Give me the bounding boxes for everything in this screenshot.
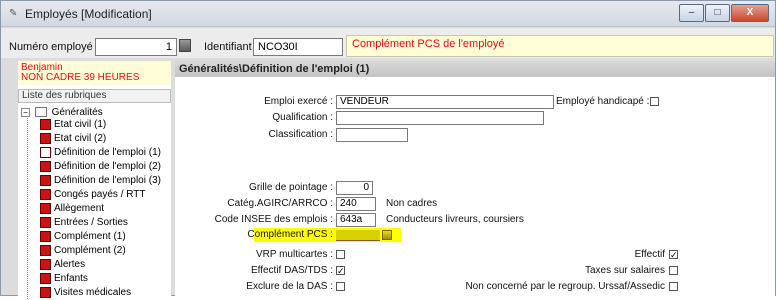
book-icon: [40, 286, 51, 298]
employee-status: NON CADRE 39 HEURES: [21, 72, 140, 83]
employee-number-scroll[interactable]: [179, 39, 191, 52]
book-icon: [40, 174, 51, 186]
tree-item[interactable]: Définition de l'emploi (3): [40, 174, 161, 188]
tree-item[interactable]: Etat civil (2): [40, 132, 106, 146]
tree-item[interactable]: Enfants: [40, 272, 88, 286]
title-bar: ✎ Employés [Modification] – □ X: [1, 1, 775, 27]
tree-item-label: Complément (2): [54, 245, 126, 256]
book-icon: [40, 202, 51, 214]
tree-item-label: Etat civil (1): [54, 119, 107, 130]
tree-item[interactable]: Complément (2): [40, 244, 126, 258]
employee-number-field[interactable]: 1: [95, 38, 177, 56]
tree-root-generalites[interactable]: − Généralités: [21, 107, 103, 118]
minimize-button[interactable]: –: [679, 4, 704, 22]
tree-item-selected[interactable]: Définition de l'emploi (1): [40, 146, 161, 160]
tree-item-label: Alertes: [54, 259, 86, 270]
tree-item-label: Entrées / Sorties: [54, 217, 128, 228]
agirc-label: Catég.AGIRC/ARRCO :: [227, 198, 333, 209]
handicape-checkbox[interactable]: [650, 97, 659, 106]
handicape-label: Employé handicapé :: [556, 96, 650, 107]
employee-number-label: Numéro employé :: [9, 41, 99, 53]
pcs-field[interactable]: [336, 230, 380, 241]
agirc-description: Non cadres: [386, 198, 438, 209]
field-help-notice: Complément PCS de l'employé: [346, 35, 774, 57]
tree-item[interactable]: Visites médicales: [40, 286, 131, 300]
tree-item-label: Enfants: [54, 273, 88, 284]
insee-field[interactable]: 643a: [336, 213, 376, 227]
tree-item[interactable]: Alertes: [40, 258, 85, 272]
book-icon: [40, 272, 51, 284]
employee-summary: Benjamin NON CADRE 39 HEURES: [18, 61, 171, 85]
book-icon: [40, 216, 51, 228]
collapse-icon[interactable]: −: [21, 107, 30, 117]
vrp-checkbox[interactable]: [336, 250, 345, 259]
maximize-button[interactable]: □: [705, 4, 730, 22]
effectif-checkbox[interactable]: ✓: [669, 250, 678, 260]
vrp-label: VRP multicartes :: [255, 249, 333, 260]
section-title: Généralités\Définition de l'emploi (1): [175, 61, 775, 77]
tree-item-label: Définition de l'emploi (2): [54, 161, 161, 172]
tree-item[interactable]: Définition de l'emploi (2): [40, 160, 161, 174]
section-list-header: Liste des rubriques: [18, 89, 171, 103]
taxes-salaires-label: Taxes sur salaires: [584, 265, 665, 276]
exclure-das-checkbox[interactable]: [336, 282, 345, 291]
tree-item-label: Congés payés / RTT: [54, 189, 146, 200]
tree-line: [27, 114, 28, 299]
emploi-field[interactable]: VENDEUR: [336, 95, 554, 109]
tree-item[interactable]: Congés payés / RTT: [40, 188, 146, 202]
tree-root-label: Généralités: [51, 107, 103, 118]
tree-item-label: Etat civil (2): [54, 133, 107, 144]
book-icon: [40, 132, 51, 144]
open-book-icon: [40, 146, 51, 158]
identifier-label: Identifiant :: [204, 41, 258, 53]
tree-item[interactable]: Entrées / Sorties: [40, 216, 128, 230]
agirc-field[interactable]: 240: [336, 197, 376, 211]
effectif-das-checkbox[interactable]: ✓: [336, 266, 345, 276]
classification-field[interactable]: [336, 128, 408, 142]
book-icon: [40, 188, 51, 200]
classification-label: Classification :: [268, 129, 333, 140]
book-icon: [40, 258, 51, 270]
grille-label: Grille de pointage :: [249, 182, 333, 193]
identifier-field[interactable]: NCO30I: [253, 38, 343, 56]
qualification-field[interactable]: [336, 111, 544, 125]
book-icon: [40, 230, 51, 242]
tree-item[interactable]: Etat civil (1): [40, 118, 106, 132]
tree-item[interactable]: Complément (1): [40, 230, 126, 244]
non-concerne-checkbox[interactable]: [669, 282, 678, 291]
book-icon: [40, 118, 51, 130]
insee-label: Code INSEE des emplois :: [214, 214, 333, 225]
close-button[interactable]: X: [731, 4, 769, 22]
tree-item-label: Complément (1): [54, 231, 126, 242]
non-concerne-label: Non concerné par le regroup. Urssaf/Asse…: [465, 281, 665, 292]
tree-item[interactable]: Allègement: [40, 202, 104, 216]
tree-item-label: Définition de l'emploi (3): [54, 175, 161, 186]
app-icon: ✎: [9, 8, 18, 19]
employee-window: ✎ Employés [Modification] – □ X Numéro e…: [0, 0, 776, 299]
taxes-salaires-checkbox[interactable]: [669, 266, 678, 275]
tree-item-label: Définition de l'emploi (1): [54, 147, 161, 158]
pcs-label: Complément PCS :: [247, 229, 333, 240]
grille-field[interactable]: 0: [336, 181, 373, 195]
tree-item-label: Visites médicales: [54, 287, 132, 298]
insee-description: Conducteurs livreurs, coursiers: [386, 214, 524, 225]
pcs-dropdown-button[interactable]: [382, 230, 392, 240]
effectif-label: Effectif: [634, 249, 665, 260]
emploi-label: Emploi exercé :: [264, 96, 333, 107]
book-icon: [40, 244, 51, 256]
qualification-label: Qualification :: [272, 112, 333, 123]
effectif-das-label: Effectif DAS/TDS :: [250, 265, 333, 276]
exclure-das-label: Exclure de la DAS :: [246, 281, 333, 292]
folder-icon: [34, 107, 47, 118]
window-title: Employés [Modification]: [25, 7, 152, 21]
book-icon: [40, 160, 51, 172]
tree-item-label: Allègement: [54, 203, 105, 214]
